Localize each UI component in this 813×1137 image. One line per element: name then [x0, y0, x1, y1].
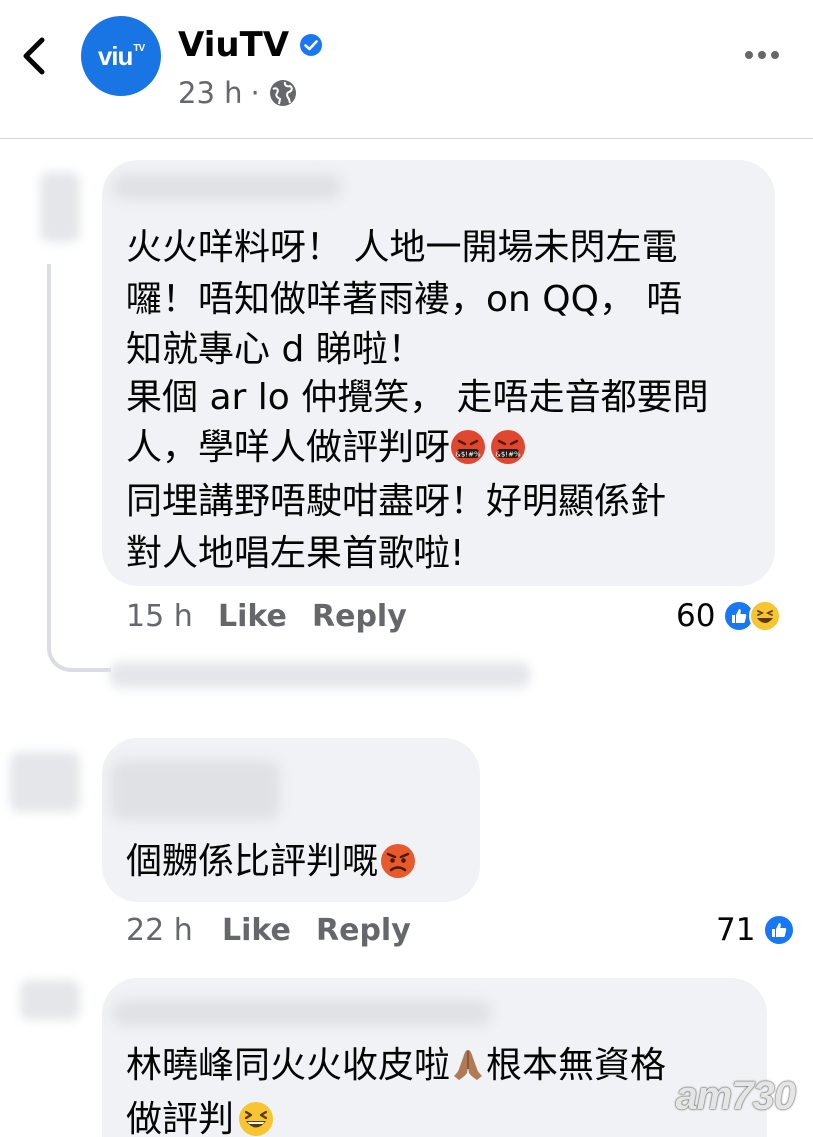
comment-line: 同埋講野唔駛咁盡呀！好明顯係針 — [126, 481, 667, 522]
comment-bubble[interactable]: 火火咩料呀！ 人地一開場未閃左電 囉！唔知做咩著雨褸，on QQ， 唔 知就專心… — [102, 160, 775, 586]
blurred-commenter-name — [110, 760, 280, 820]
like-reaction-icon — [763, 914, 796, 946]
am730-watermark: am730 — [675, 1074, 796, 1118]
page-avatar[interactable]: viuTV — [81, 16, 161, 96]
comment-bubble[interactable]: 林曉峰同火火收皮啦 根本無資格 做評判 — [102, 978, 767, 1137]
comment-line-with-emoji: 林曉峰同火火收皮啦 根本無資格 — [126, 1040, 666, 1092]
folded-hands-emoji — [454, 1050, 483, 1080]
like-button[interactable]: Like — [222, 909, 291, 953]
blurred-commenter-name — [112, 174, 342, 200]
comment-line: 個嬲係比評判嘅 — [126, 841, 379, 882]
meta-separator: · — [250, 76, 260, 110]
comment-actions: 15 h Like Reply — [126, 595, 426, 639]
comment-line: 果個 ar lo 仲攪笑， 走唔走音都要問 — [126, 377, 709, 418]
like-button[interactable]: Like — [218, 595, 287, 639]
reply-button[interactable]: Reply — [312, 595, 407, 639]
comment-line-with-emoji: 個嬲係比評判嘅 — [126, 836, 416, 888]
page-name[interactable]: ViuTV — [178, 22, 289, 68]
comment-line: 林曉峰同火火收皮啦 — [126, 1045, 451, 1086]
comment-bubble[interactable]: 個嬲係比評判嘅 — [102, 738, 480, 902]
comment-time[interactable]: 15 h — [126, 595, 193, 639]
comment-line-with-emoji: 做評判 — [126, 1094, 274, 1137]
viu-logo: viuTV — [97, 40, 145, 71]
reaction-summary[interactable]: 60 — [676, 594, 782, 638]
more-options-button[interactable] — [740, 40, 784, 70]
more-dots-icon — [745, 51, 779, 59]
grinning-squinting-face-emoji — [239, 1102, 274, 1136]
comment-line: 火火咩料呀！ 人地一開場未閃左電 — [126, 227, 678, 268]
blurred-avatar — [40, 172, 80, 242]
comment-line: 囉！唔知做咩著雨褸，on QQ， 唔 — [126, 279, 683, 320]
angry-face-emoji — [381, 844, 416, 878]
svg-text:&$!#%: &$!#% — [455, 451, 481, 459]
haha-reaction-icon — [749, 600, 782, 632]
reaction-count: 71 — [716, 912, 756, 948]
comment-actions: 22 h Like Reply — [126, 909, 426, 953]
reaction-summary[interactable]: 71 — [716, 908, 796, 952]
comment-time[interactable]: 22 h — [126, 909, 193, 953]
comment-line: 根本無資格 — [486, 1045, 667, 1086]
cursing-face-emoji: &$!#% — [491, 430, 526, 464]
post-header: viuTV ViuTV 23 h · — [0, 0, 813, 139]
reply-button[interactable]: Reply — [316, 909, 411, 953]
svg-text:&$!#%: &$!#% — [495, 451, 521, 459]
blurred-avatar — [20, 980, 80, 1020]
verified-badge-icon — [300, 34, 323, 56]
post-time[interactable]: 23 h — [178, 72, 243, 114]
comment-line: 做評判 — [126, 1099, 235, 1137]
cursing-face-emoji: &$!#% — [451, 430, 486, 464]
globe-icon — [269, 80, 296, 106]
blurred-commenter-name — [112, 1000, 492, 1026]
post-comments-screen: viuTV ViuTV 23 h · 火火咩料呀！ 人地一開場未閃左電 囉！唔知… — [0, 0, 813, 1137]
chevron-left-icon — [23, 37, 45, 75]
comment-line-with-emoji: 人，學咩人做評判呀 &$!#% &$!#% — [126, 422, 526, 474]
post-meta: 23 h · — [178, 72, 298, 114]
blurred-avatar — [10, 752, 80, 812]
blurred-reply-preview — [110, 662, 530, 688]
page-name-row: ViuTV — [178, 22, 323, 68]
reaction-count: 60 — [676, 598, 716, 634]
comment-line: 對人地唱左果首歌啦! — [126, 533, 465, 574]
comment-line: 人，學咩人做評判呀 — [126, 427, 451, 468]
back-button[interactable] — [14, 34, 54, 78]
comment-line: 知就專心 d 睇啦！ — [126, 329, 424, 370]
